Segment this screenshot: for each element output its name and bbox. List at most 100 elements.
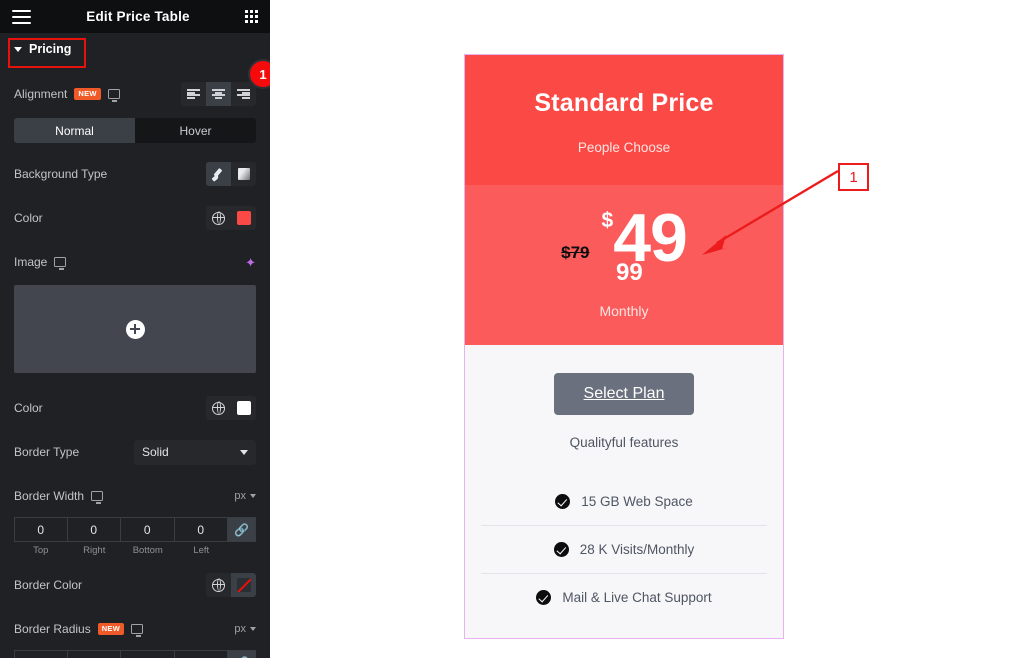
border-type-select[interactable]: Solid	[134, 439, 256, 465]
align-center-button[interactable]	[206, 82, 231, 106]
monitor-icon[interactable]	[91, 491, 104, 504]
control-border-width: Border Width px	[0, 481, 270, 511]
border-width-bottom-input[interactable]: 0	[121, 517, 175, 542]
currency-symbol: $	[601, 209, 614, 232]
tab-normal[interactable]: Normal	[14, 118, 135, 143]
section-title: Pricing	[29, 42, 72, 56]
price-line: $79 $ 49 99	[465, 204, 783, 286]
align-center-icon	[212, 89, 225, 99]
background-color-swatch-button[interactable]	[231, 206, 256, 230]
background-color-global-button[interactable]	[206, 206, 231, 230]
image-color-global-button[interactable]	[206, 396, 231, 420]
price-card-subtitle: People Choose	[577, 140, 671, 155]
background-type-choices	[206, 162, 256, 186]
chevron-down-icon	[250, 627, 256, 631]
background-color-choices	[206, 206, 256, 230]
new-badge: NEW	[97, 623, 125, 635]
border-width-link-icon[interactable]: 🔗	[228, 517, 256, 542]
border-width-left-input[interactable]: 0	[174, 517, 228, 542]
features-list: 15 GB Web Space 28 K Visits/Monthly Mail…	[481, 478, 767, 621]
ai-sparkle-icon[interactable]: ✦	[245, 256, 256, 269]
list-item: 15 GB Web Space	[481, 478, 767, 525]
price-table-widget[interactable]: Standard Price People Choose $79 $ 49 99…	[464, 54, 784, 639]
price-card-body: Select Plan Qualityful features 15 GB We…	[465, 345, 783, 621]
border-width-bottom-label: Bottom	[132, 545, 163, 556]
border-radius-right-input[interactable]: 0	[67, 650, 121, 658]
chevron-down-icon	[14, 46, 22, 52]
alignment-label: Alignment	[14, 87, 68, 101]
feature-label: Mail & Live Chat Support	[562, 590, 712, 605]
border-width-top: 0 Top	[14, 517, 68, 556]
border-radius-right: 0 Right	[67, 650, 121, 658]
align-left-button[interactable]	[181, 82, 206, 106]
alignment-choices	[181, 82, 256, 106]
preview-canvas: Standard Price People Choose $79 $ 49 99…	[270, 0, 1024, 658]
panel-topbar: Edit Price Table	[0, 0, 270, 33]
feature-label: 28 K Visits/Monthly	[579, 542, 695, 557]
border-radius-unit-select[interactable]: px	[234, 623, 256, 635]
border-width-top-input[interactable]: 0	[14, 517, 68, 542]
border-width-right-input[interactable]: 0	[67, 517, 121, 542]
border-color-global-button[interactable]	[206, 573, 231, 597]
image-dropzone[interactable]	[14, 285, 256, 373]
border-radius-link-icon[interactable]: 🔗	[228, 650, 256, 658]
select-plan-button[interactable]: Select Plan	[553, 373, 695, 415]
globe-icon	[211, 578, 225, 592]
image-label-group: Image	[14, 255, 67, 270]
editor-sidebar-panel: Edit Price Table Pricing Alignment NEW N…	[0, 0, 270, 658]
check-circle-icon	[553, 542, 569, 557]
border-radius-bottom: 0 Bottom	[121, 650, 175, 658]
unit-label: px	[234, 490, 246, 502]
panel-body: Pricing Alignment NEW Normal Hover Backg…	[0, 33, 270, 658]
border-width-bottom: 0 Bottom	[121, 517, 175, 556]
grid-apps-icon[interactable]	[245, 10, 258, 23]
check-circle-icon	[536, 590, 552, 605]
state-tabs: Normal Hover	[14, 118, 256, 143]
border-radius-label: Border Radius	[14, 622, 91, 636]
border-width-label: Border Width	[14, 489, 85, 503]
border-width-top-label: Top	[33, 545, 49, 556]
monitor-icon[interactable]	[107, 89, 120, 102]
price-card-price-area: $79 $ 49 99 Monthly	[465, 185, 783, 345]
monitor-icon[interactable]	[131, 624, 144, 637]
hamburger-menu-icon[interactable]	[12, 9, 31, 24]
check-circle-icon	[555, 494, 571, 509]
background-classic-button[interactable]	[206, 162, 231, 186]
annotation-label-1: 1	[838, 163, 869, 191]
brush-icon	[211, 167, 226, 182]
original-price: $79	[561, 243, 590, 262]
control-border-radius: Border Radius NEW px	[0, 614, 270, 644]
feature-label: 15 GB Web Space	[581, 494, 693, 509]
align-left-icon	[187, 89, 200, 99]
border-width-right: 0 Right	[67, 517, 121, 556]
align-right-icon	[237, 89, 250, 99]
image-color-swatch-button[interactable]	[231, 396, 256, 420]
background-gradient-button[interactable]	[231, 162, 256, 186]
control-border-color: Border Color	[0, 570, 270, 600]
border-radius-top-input[interactable]: 0	[14, 650, 68, 658]
price-card-header: Standard Price People Choose	[465, 55, 783, 185]
image-color-label: Color	[14, 401, 43, 415]
gradient-icon	[237, 168, 250, 180]
border-radius-left-input[interactable]: 0	[174, 650, 228, 658]
border-radius-label-group: Border Radius NEW	[14, 622, 144, 637]
section-header-pricing[interactable]: Pricing	[0, 33, 270, 65]
price-period: Monthly	[599, 303, 649, 319]
border-width-unit-select[interactable]: px	[234, 490, 256, 502]
tab-hover[interactable]: Hover	[135, 118, 256, 143]
align-right-button[interactable]	[231, 82, 256, 106]
control-image: Image ✦	[0, 247, 270, 277]
image-color-choices	[206, 396, 256, 420]
unit-label: px	[234, 623, 246, 635]
screenshot-root: Edit Price Table Pricing Alignment NEW N…	[0, 0, 1024, 658]
new-badge: NEW	[74, 88, 101, 100]
monitor-icon[interactable]	[54, 257, 67, 270]
border-color-swatch-button[interactable]	[231, 573, 256, 597]
border-radius-top: 0 Top	[14, 650, 68, 658]
color-swatch	[236, 211, 251, 225]
chevron-down-icon	[250, 494, 256, 498]
border-type-value: Solid	[142, 445, 169, 459]
border-radius-inputs: 0 Top 0 Right 0 Bottom 0 Left 🔗	[14, 650, 256, 658]
border-radius-bottom-input[interactable]: 0	[121, 650, 175, 658]
panel-title: Edit Price Table	[86, 9, 190, 24]
